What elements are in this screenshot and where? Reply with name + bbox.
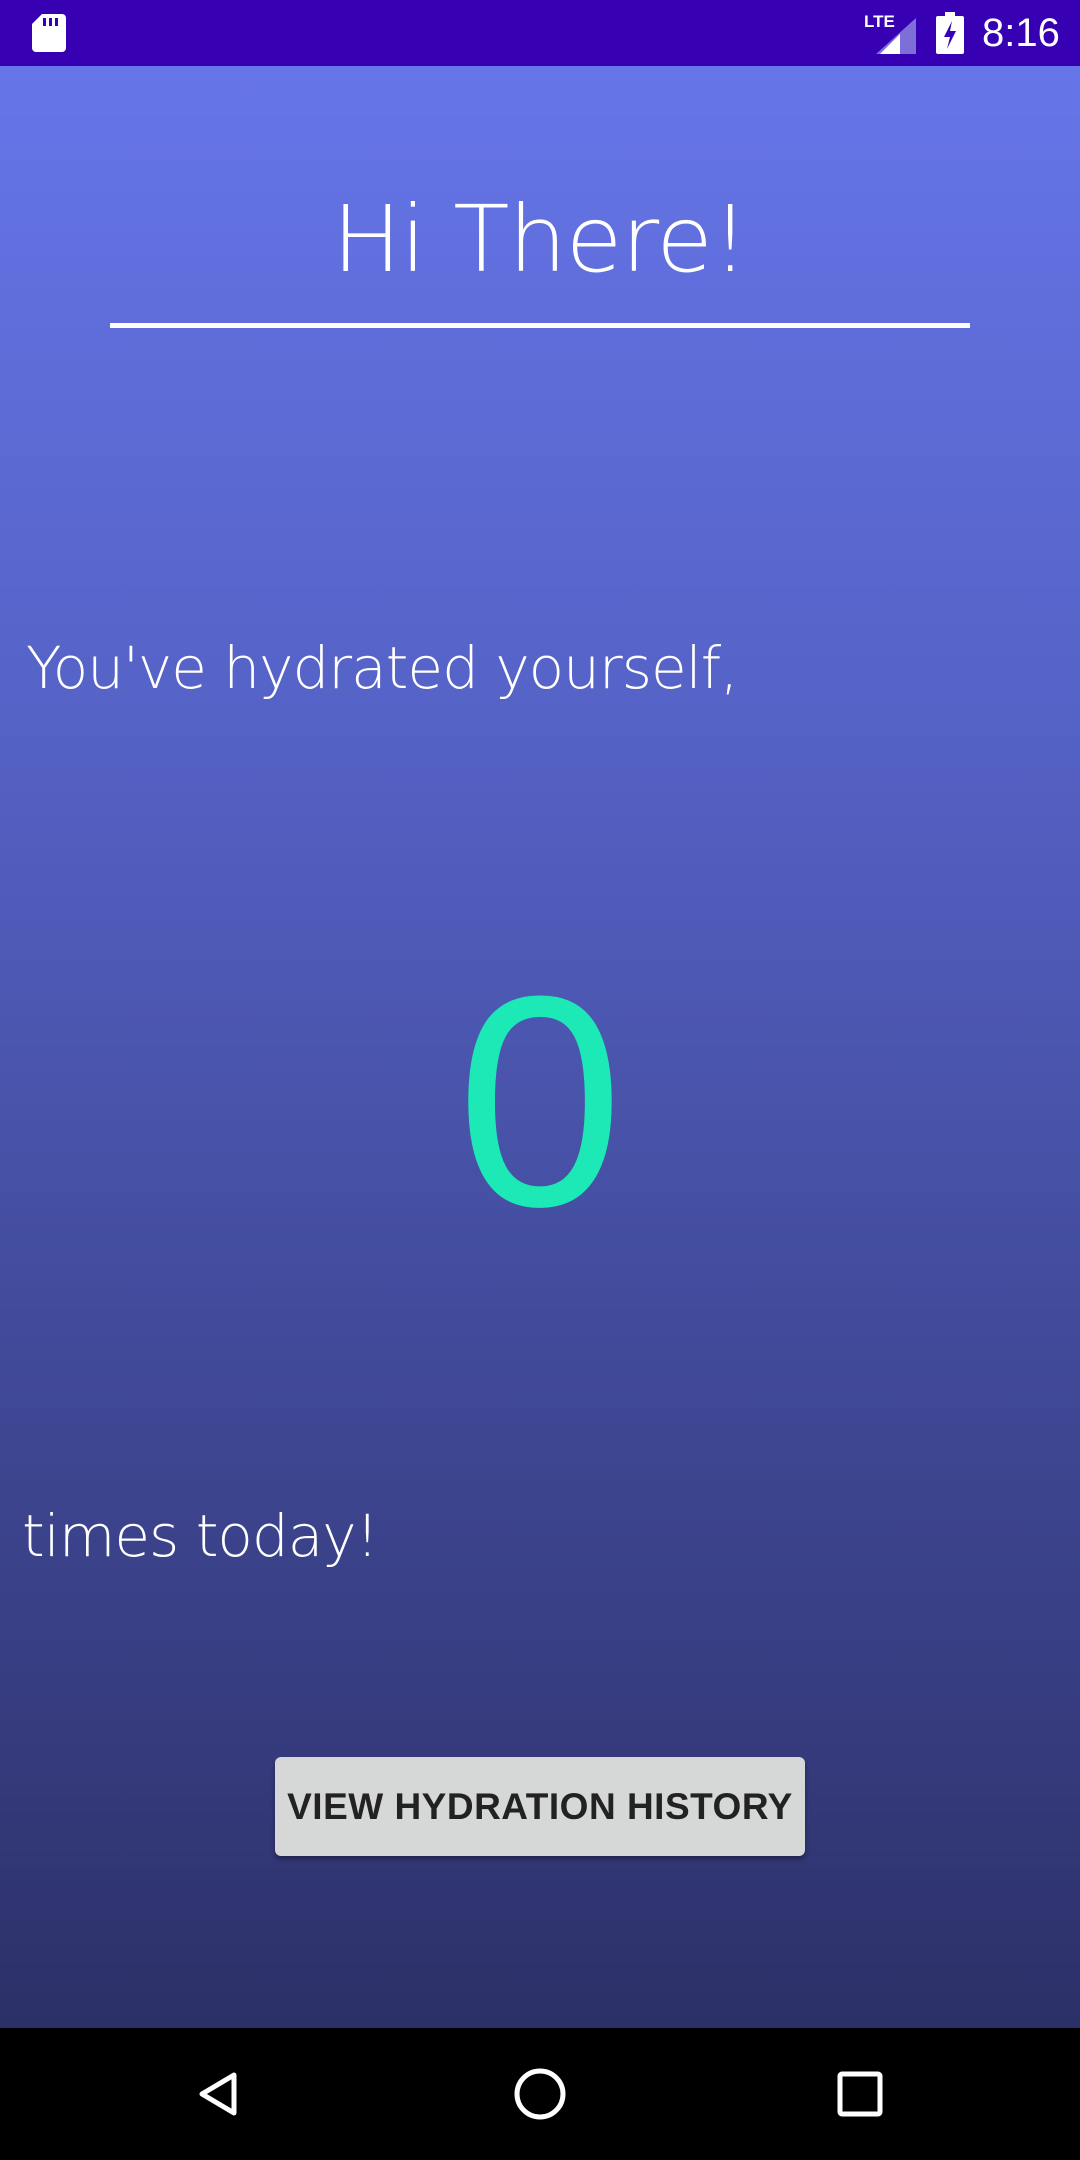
status-bar: LTE 8:16 bbox=[0, 0, 1080, 66]
main-content: Hi There! You've hydrated yourself, 0 ti… bbox=[0, 66, 1080, 2028]
navigation-bar bbox=[0, 2028, 1080, 2160]
outro-text: times today! bbox=[22, 1502, 379, 1570]
sd-card-icon bbox=[32, 14, 66, 52]
recents-icon[interactable] bbox=[830, 2064, 890, 2124]
battery-charging-icon bbox=[936, 12, 964, 54]
intro-text: You've hydrated yourself, bbox=[26, 634, 739, 702]
view-hydration-history-button[interactable]: VIEW HYDRATION HISTORY bbox=[275, 1757, 805, 1856]
back-icon[interactable] bbox=[190, 2064, 250, 2124]
home-icon[interactable] bbox=[510, 2064, 570, 2124]
hydration-count: 0 bbox=[456, 933, 624, 1269]
title-divider bbox=[110, 323, 970, 328]
phone-screen: LTE 8:16 Hi There! You've hydrated yours… bbox=[0, 0, 1080, 2160]
status-time: 8:16 bbox=[982, 11, 1060, 55]
lte-signal-icon bbox=[876, 18, 916, 54]
greeting-title: Hi There! bbox=[332, 186, 748, 293]
